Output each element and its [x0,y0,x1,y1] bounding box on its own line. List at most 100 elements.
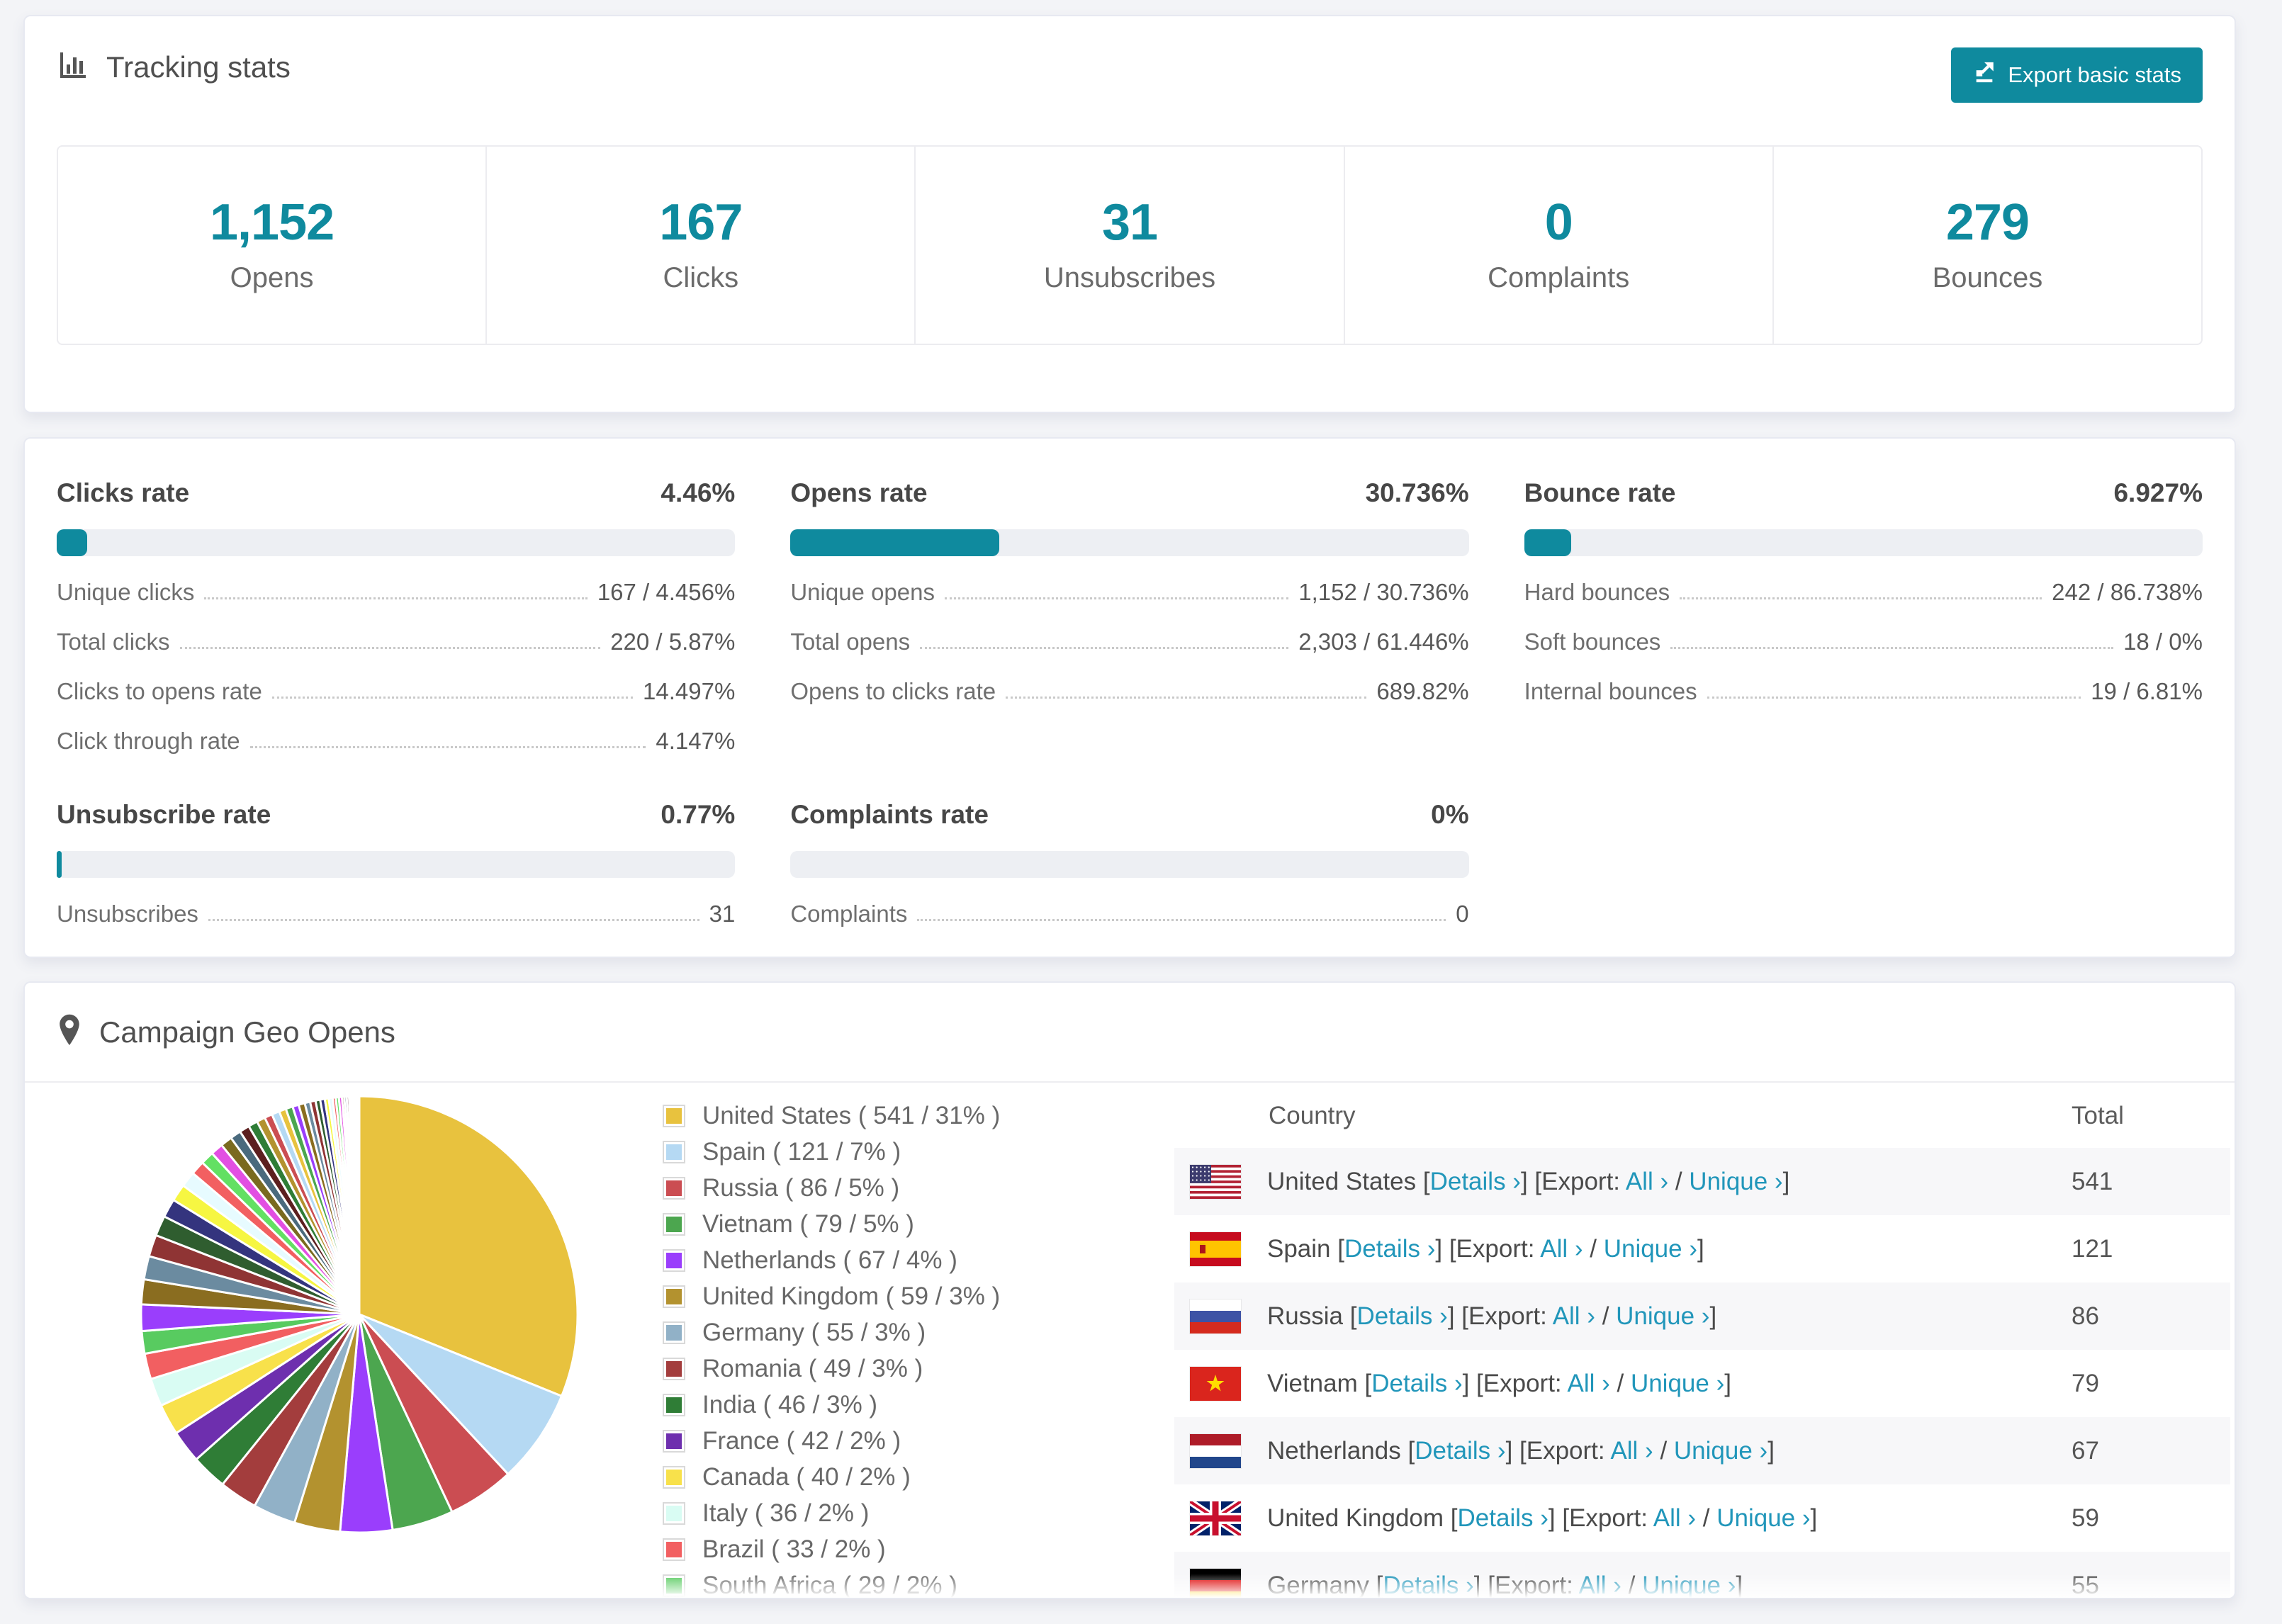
rate-stat-value: 167 / 4.456% [597,579,736,605]
export-prefix-text: ] [Export: [1473,1571,1579,1599]
stat-box-opens: 1,152 Opens [58,147,488,344]
legend-item[interactable]: South Africa ( 29 / 2% ) [663,1572,1130,1598]
table-header-total: Total [2072,1102,2124,1129]
details-link[interactable]: Details › [1383,1572,1473,1598]
export-prefix-text: ] [Export: [1520,1167,1626,1195]
rate-progress-track [1524,529,2203,556]
separator-text: / [1696,1504,1717,1532]
legend-item[interactable]: Romania ( 49 / 3% ) [663,1355,1130,1383]
export-all-link[interactable]: All › [1567,1370,1609,1397]
dotted-leader [204,597,588,599]
export-unique-link[interactable]: Unique › [1616,1302,1709,1330]
rate-block-complaints-rate: Complaints rate 0% Complaints 0 [790,800,1469,927]
campaign-geo-opens-card: Campaign Geo Opens United States ( 541 /… [23,981,2236,1599]
dotted-leader [1670,647,2114,649]
details-link[interactable]: Details › [1356,1302,1447,1330]
rate-progress-track [790,529,1469,556]
details-link[interactable]: Details › [1458,1504,1548,1532]
legend-label: Canada ( 40 / 2% ) [702,1463,911,1491]
export-all-link[interactable]: All › [1553,1302,1595,1330]
bracket-close-text: ] [1709,1302,1717,1330]
export-all-link[interactable]: All › [1626,1168,1668,1195]
legend-item[interactable]: United Kingdom ( 59 / 3% ) [663,1282,1130,1311]
country-row-text: United States [Details ›] [Export: All ›… [1267,1168,1789,1196]
rate-block-bounce-rate: Bounce rate 6.927% Hard bounces 242 / 86… [1524,478,2203,755]
rate-progress-fill [57,529,87,556]
rate-stat-row: Unique opens 1,152 / 30.736% [790,579,1468,606]
export-basic-stats-button[interactable]: Export basic stats [1951,47,2203,103]
details-link[interactable]: Details › [1430,1168,1521,1195]
stat-summary-grid: 1,152 Opens 167 Clicks 31 Unsubscribes 0 Co… [57,145,2203,345]
export-unique-link[interactable]: Unique › [1604,1235,1697,1263]
dotted-leader [1680,597,2042,599]
legend-swatch [663,1394,685,1416]
details-link[interactable]: Details › [1371,1370,1462,1397]
rate-stat-label: Internal bounces [1524,678,1697,704]
rate-percent: 0% [1431,800,1469,829]
es-flag-icon [1190,1231,1241,1266]
legend-item[interactable]: Spain ( 121 / 7% ) [663,1138,1130,1166]
legend-label: Vietnam ( 79 / 5% ) [702,1210,914,1238]
legend-item[interactable]: Canada ( 40 / 2% ) [663,1463,1130,1492]
country-total: 59 [2072,1504,2099,1532]
legend-label: Romania ( 49 / 3% ) [702,1355,923,1382]
dotted-leader [1707,697,2081,699]
geo-table-row-es: Spain [Details ›] [Export: All › / Uniqu… [1174,1215,2230,1282]
export-unique-link[interactable]: Unique › [1642,1572,1736,1598]
geo-opens-table: Country Total United States [Details ›] … [1174,1089,2230,1599]
details-link[interactable]: Details › [1415,1437,1505,1465]
stat-label: Unsubscribes [1043,261,1216,293]
legend-swatch [663,1213,685,1236]
legend-swatch [663,1177,685,1200]
stat-label: Bounces [1932,261,2043,293]
export-all-link[interactable]: All › [1610,1437,1653,1465]
legend-item[interactable]: United States ( 541 / 31% ) [663,1102,1130,1130]
stat-box-bounces: 279 Bounces [1774,147,2201,344]
rate-stat-value: 242 / 86.738% [2052,579,2203,605]
nl-flag-icon [1190,1433,1241,1468]
legend-item[interactable]: France ( 42 / 2% ) [663,1427,1130,1455]
rate-stat-label: Complaints [790,901,908,927]
export-icon [1972,60,1996,90]
rate-stat-label: Opens to clicks rate [790,678,996,704]
bracket-close-text: ] [1767,1436,1775,1465]
country-row-text: Germany [Details ›] [Export: All › / Uni… [1267,1571,1743,1599]
legend-item[interactable]: Germany ( 55 / 3% ) [663,1319,1130,1347]
export-all-link[interactable]: All › [1579,1572,1621,1598]
bracket-close-text: ] [1697,1234,1704,1263]
legend-item[interactable]: Italy ( 36 / 2% ) [663,1499,1130,1528]
geo-table-row-gb: United Kingdom [Details ›] [Export: All … [1174,1484,2230,1552]
legend-item[interactable]: Russia ( 86 / 5% ) [663,1174,1130,1202]
export-unique-link[interactable]: Unique › [1674,1437,1767,1465]
rate-stat-value: 14.497% [643,678,736,704]
details-link[interactable]: Details › [1344,1235,1435,1263]
legend-item[interactable]: India ( 46 / 3% ) [663,1391,1130,1419]
country-name: Netherlands [1267,1436,1401,1465]
stat-value: 31 [1101,193,1158,251]
rate-title-row: Bounce rate 6.927% [1524,478,2203,508]
legend-swatch [663,1574,685,1597]
rate-progress-fill [790,529,999,556]
rate-title-row: Unsubscribe rate 0.77% [57,800,735,830]
legend-item[interactable]: Vietnam ( 79 / 5% ) [663,1210,1130,1239]
stat-label: Clicks [663,261,739,293]
legend-swatch [663,1502,685,1525]
legend-label: India ( 46 / 3% ) [702,1391,878,1419]
rate-stat-label: Soft bounces [1524,628,1661,655]
bracket-text: [ [1364,1369,1372,1397]
tracking-stats-card: Tracking stats Export basic stats 1,152 … [23,15,2236,413]
geo-table-header-row: Country Total [1174,1089,2230,1148]
rate-stat-label: Hard bounces [1524,579,1670,605]
export-unique-link[interactable]: Unique › [1716,1504,1810,1532]
rate-progress-track [57,529,736,556]
legend-swatch [663,1141,685,1163]
rate-percent: 6.927% [2113,478,2203,507]
export-unique-link[interactable]: Unique › [1631,1370,1724,1397]
legend-item[interactable]: Brazil ( 33 / 2% ) [663,1535,1130,1564]
bracket-text: [ [1376,1571,1383,1599]
rate-stat-row: Complaints 0 [790,901,1468,927]
legend-item[interactable]: Netherlands ( 67 / 4% ) [663,1246,1130,1275]
export-unique-link[interactable]: Unique › [1689,1168,1782,1195]
export-all-link[interactable]: All › [1653,1504,1696,1532]
export-all-link[interactable]: All › [1540,1235,1583,1263]
